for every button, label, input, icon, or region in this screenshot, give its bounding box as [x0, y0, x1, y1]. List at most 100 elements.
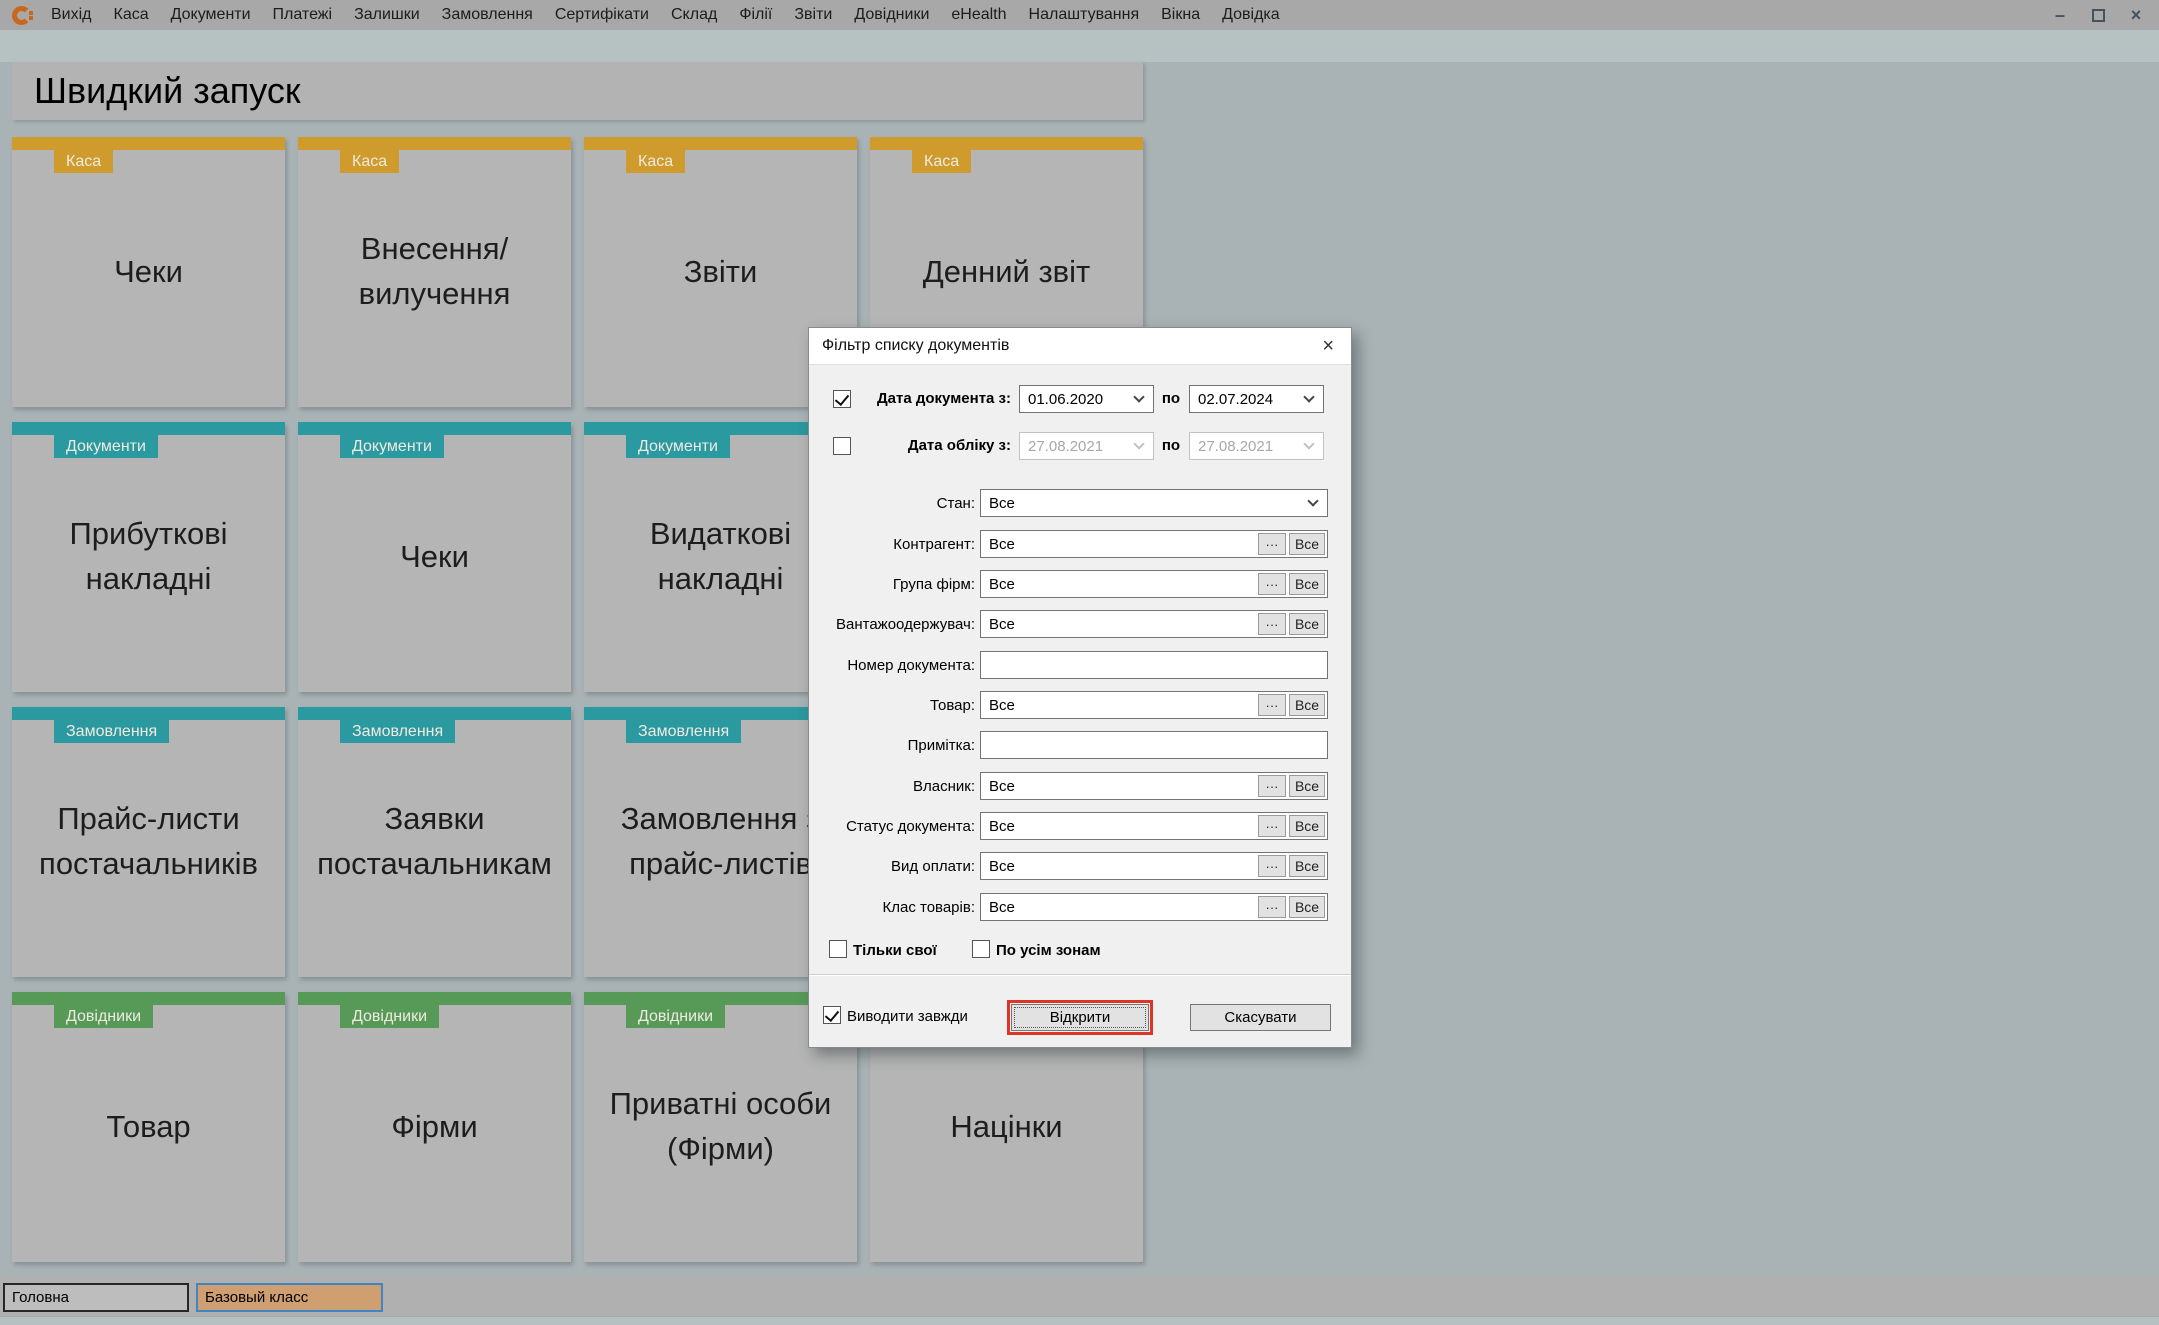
tile-label: Чеки	[12, 137, 285, 407]
field-vlasnyk-label: Власник:	[809, 778, 975, 795]
field-vantazhooderzhuvach-all-button[interactable]: Все	[1289, 613, 1325, 635]
field-grupa-firm-input[interactable]: Все ··· Все	[980, 570, 1328, 598]
tile-label: Внесення/вилучення	[298, 137, 571, 407]
field-kontragent-browse-button[interactable]: ···	[1258, 533, 1286, 555]
field-grupa-firm-label: Група фірм:	[809, 576, 975, 593]
status-bar: Головна Базовый класс	[0, 1277, 2159, 1316]
date-accounting-checkbox[interactable]	[833, 437, 851, 455]
date-document-to-label: по	[1158, 390, 1184, 407]
chevron-down-icon	[1303, 438, 1314, 449]
field-klas-tovariv-label: Клас товарів:	[809, 899, 975, 916]
menu-item-nalashtuvannia[interactable]: Налаштування	[1018, 6, 1151, 24]
field-tovar-all-button[interactable]: Все	[1289, 694, 1325, 716]
field-vyd-oplaty-label: Вид оплати:	[809, 858, 975, 875]
minimize-icon[interactable]: –	[2043, 3, 2077, 27]
menu-item-kasa[interactable]: Каса	[103, 6, 160, 24]
dialog-title: Фільтр списку документів	[822, 337, 1009, 355]
open-button[interactable]: Відкрити	[1011, 1004, 1149, 1031]
menu-item-sertyfikaty[interactable]: Сертифікати	[544, 6, 660, 24]
field-vlasnyk-all-button[interactable]: Все	[1289, 775, 1325, 797]
tile-label: Фірми	[298, 992, 571, 1262]
tile-label: Чеки	[298, 422, 571, 692]
close-icon[interactable]: ×	[2119, 3, 2153, 27]
field-tovar-label: Товар:	[809, 697, 975, 714]
field-vantazhooderzhuvach-browse-button[interactable]: ···	[1258, 613, 1286, 635]
field-status-dokumenta: Статус документа: Все ··· Все	[809, 812, 1351, 840]
field-kontragent-all-button[interactable]: Все	[1289, 533, 1325, 555]
menu-item-dovidnyky[interactable]: Довідники	[843, 6, 940, 24]
menu-item-sklad[interactable]: Склад	[660, 6, 728, 24]
dialog-title-bar: Фільтр списку документів ×	[809, 328, 1351, 365]
field-vyd-oplaty-input[interactable]: Все ··· Все	[980, 852, 1328, 880]
tile-zamovlennia-price-lysty-postachalnykiv[interactable]: Замовлення Прайс-листи постачальників	[12, 707, 285, 977]
tile-zamovlennia-zaiavky-postachalnykam[interactable]: Замовлення Заявки постачальникам	[298, 707, 571, 977]
field-status-dokumenta-all-button[interactable]: Все	[1289, 815, 1325, 837]
tile-kasa-cheky[interactable]: Каса Чеки	[12, 137, 285, 407]
field-tovar-browse-button[interactable]: ···	[1258, 694, 1286, 716]
menu-item-platezhi[interactable]: Платежі	[262, 6, 344, 24]
quick-launch-header: Швидкий запуск	[12, 62, 1143, 120]
field-grupa-firm-browse-button[interactable]: ···	[1258, 573, 1286, 595]
field-vlasnyk-browse-button[interactable]: ···	[1258, 775, 1286, 797]
cancel-button[interactable]: Скасувати	[1190, 1004, 1331, 1031]
menu-item-dokumenty[interactable]: Документи	[160, 6, 262, 24]
tab-holovna[interactable]: Головна	[3, 1283, 189, 1312]
menu-item-vikna[interactable]: Вікна	[1150, 6, 1211, 24]
tile-dokumenty-prybutkovi-nakladni[interactable]: Документи Прибуткові накладні	[12, 422, 285, 692]
field-vlasnyk-input[interactable]: Все ··· Все	[980, 772, 1328, 800]
field-stan-select[interactable]: Все	[980, 489, 1328, 517]
field-stan-label: Стан:	[809, 495, 975, 512]
field-klas-tovariv-all-button[interactable]: Все	[1289, 896, 1325, 918]
field-klas-tovariv-browse-button[interactable]: ···	[1258, 896, 1286, 918]
field-nomer-dokumenta-input[interactable]	[980, 651, 1328, 679]
date-document-checkbox[interactable]	[833, 390, 851, 408]
date-document-from[interactable]: 01.06.2020	[1019, 385, 1154, 413]
field-status-dokumenta-browse-button[interactable]: ···	[1258, 815, 1286, 837]
field-vantazhooderzhuvach-label: Вантажоодержувач:	[809, 616, 975, 633]
tile-dovidnyky-firmy[interactable]: Довідники Фірми	[298, 992, 571, 1262]
field-kontragent: Контрагент: Все ··· Все	[809, 530, 1351, 558]
field-vantazhooderzhuvach: Вантажоодержувач: Все ··· Все	[809, 610, 1351, 638]
only-own-label: Тільки свої	[853, 942, 937, 959]
tile-dokumenty-cheky[interactable]: Документи Чеки	[298, 422, 571, 692]
menu-item-vykhid[interactable]: Вихід	[40, 6, 103, 24]
dialog-footer: Виводити завжди Відкрити Скасувати	[809, 996, 1351, 1036]
restore-icon[interactable]	[2081, 3, 2115, 27]
chevron-down-icon	[1303, 391, 1314, 402]
menu-item-zamovlennia[interactable]: Замовлення	[431, 6, 544, 24]
date-accounting-label: Дата обліку з:	[853, 437, 1011, 454]
date-accounting-to[interactable]: 27.08.2021	[1189, 432, 1324, 460]
date-document-row: Дата документа з: 01.06.2020 по 02.07.20…	[809, 385, 1351, 413]
chevron-down-icon	[1133, 438, 1144, 449]
tab-bazovyi-klass[interactable]: Базовый класс	[196, 1283, 383, 1312]
menu-item-ehealth[interactable]: eHealth	[940, 6, 1017, 24]
field-vantazhooderzhuvach-input[interactable]: Все ··· Все	[980, 610, 1328, 638]
dialog-close-icon[interactable]: ×	[1318, 336, 1338, 356]
field-grupa-firm-all-button[interactable]: Все	[1289, 573, 1325, 595]
menu-item-dovidka[interactable]: Довідка	[1211, 6, 1291, 24]
date-document-to[interactable]: 02.07.2024	[1189, 385, 1324, 413]
field-tovar-input[interactable]: Все ··· Все	[980, 691, 1328, 719]
date-accounting-to-label: по	[1158, 437, 1184, 454]
window-controls: – ×	[2043, 3, 2153, 27]
field-vyd-oplaty-all-button[interactable]: Все	[1289, 855, 1325, 877]
field-prymitka-input[interactable]	[980, 731, 1328, 759]
menu-item-filii[interactable]: Філії	[728, 6, 783, 24]
tile-kasa-vnesennia-vyluchennia[interactable]: Каса Внесення/вилучення	[298, 137, 571, 407]
all-zones-checkbox[interactable]	[972, 940, 990, 958]
menu-item-zalyshky[interactable]: Залишки	[343, 6, 431, 24]
field-klas-tovariv: Клас товарів: Все ··· Все	[809, 893, 1351, 921]
only-own-checkbox[interactable]	[829, 940, 847, 958]
tile-dovidnyky-tovar[interactable]: Довідники Товар	[12, 992, 285, 1262]
app-logo-icon[interactable]	[12, 6, 31, 25]
field-kontragent-input[interactable]: Все ··· Все	[980, 530, 1328, 558]
field-klas-tovariv-input[interactable]: Все ··· Все	[980, 893, 1328, 921]
chevron-down-icon	[1133, 391, 1144, 402]
field-kontragent-label: Контрагент:	[809, 536, 975, 553]
date-accounting-from[interactable]: 27.08.2021	[1019, 432, 1154, 460]
field-status-dokumenta-input[interactable]: Все ··· Все	[980, 812, 1328, 840]
always-show-checkbox[interactable]	[823, 1006, 841, 1024]
menu-item-zvity[interactable]: Звіти	[783, 6, 843, 24]
options-row: Тільки свої По усім зонам	[809, 940, 1351, 962]
field-vyd-oplaty-browse-button[interactable]: ···	[1258, 855, 1286, 877]
